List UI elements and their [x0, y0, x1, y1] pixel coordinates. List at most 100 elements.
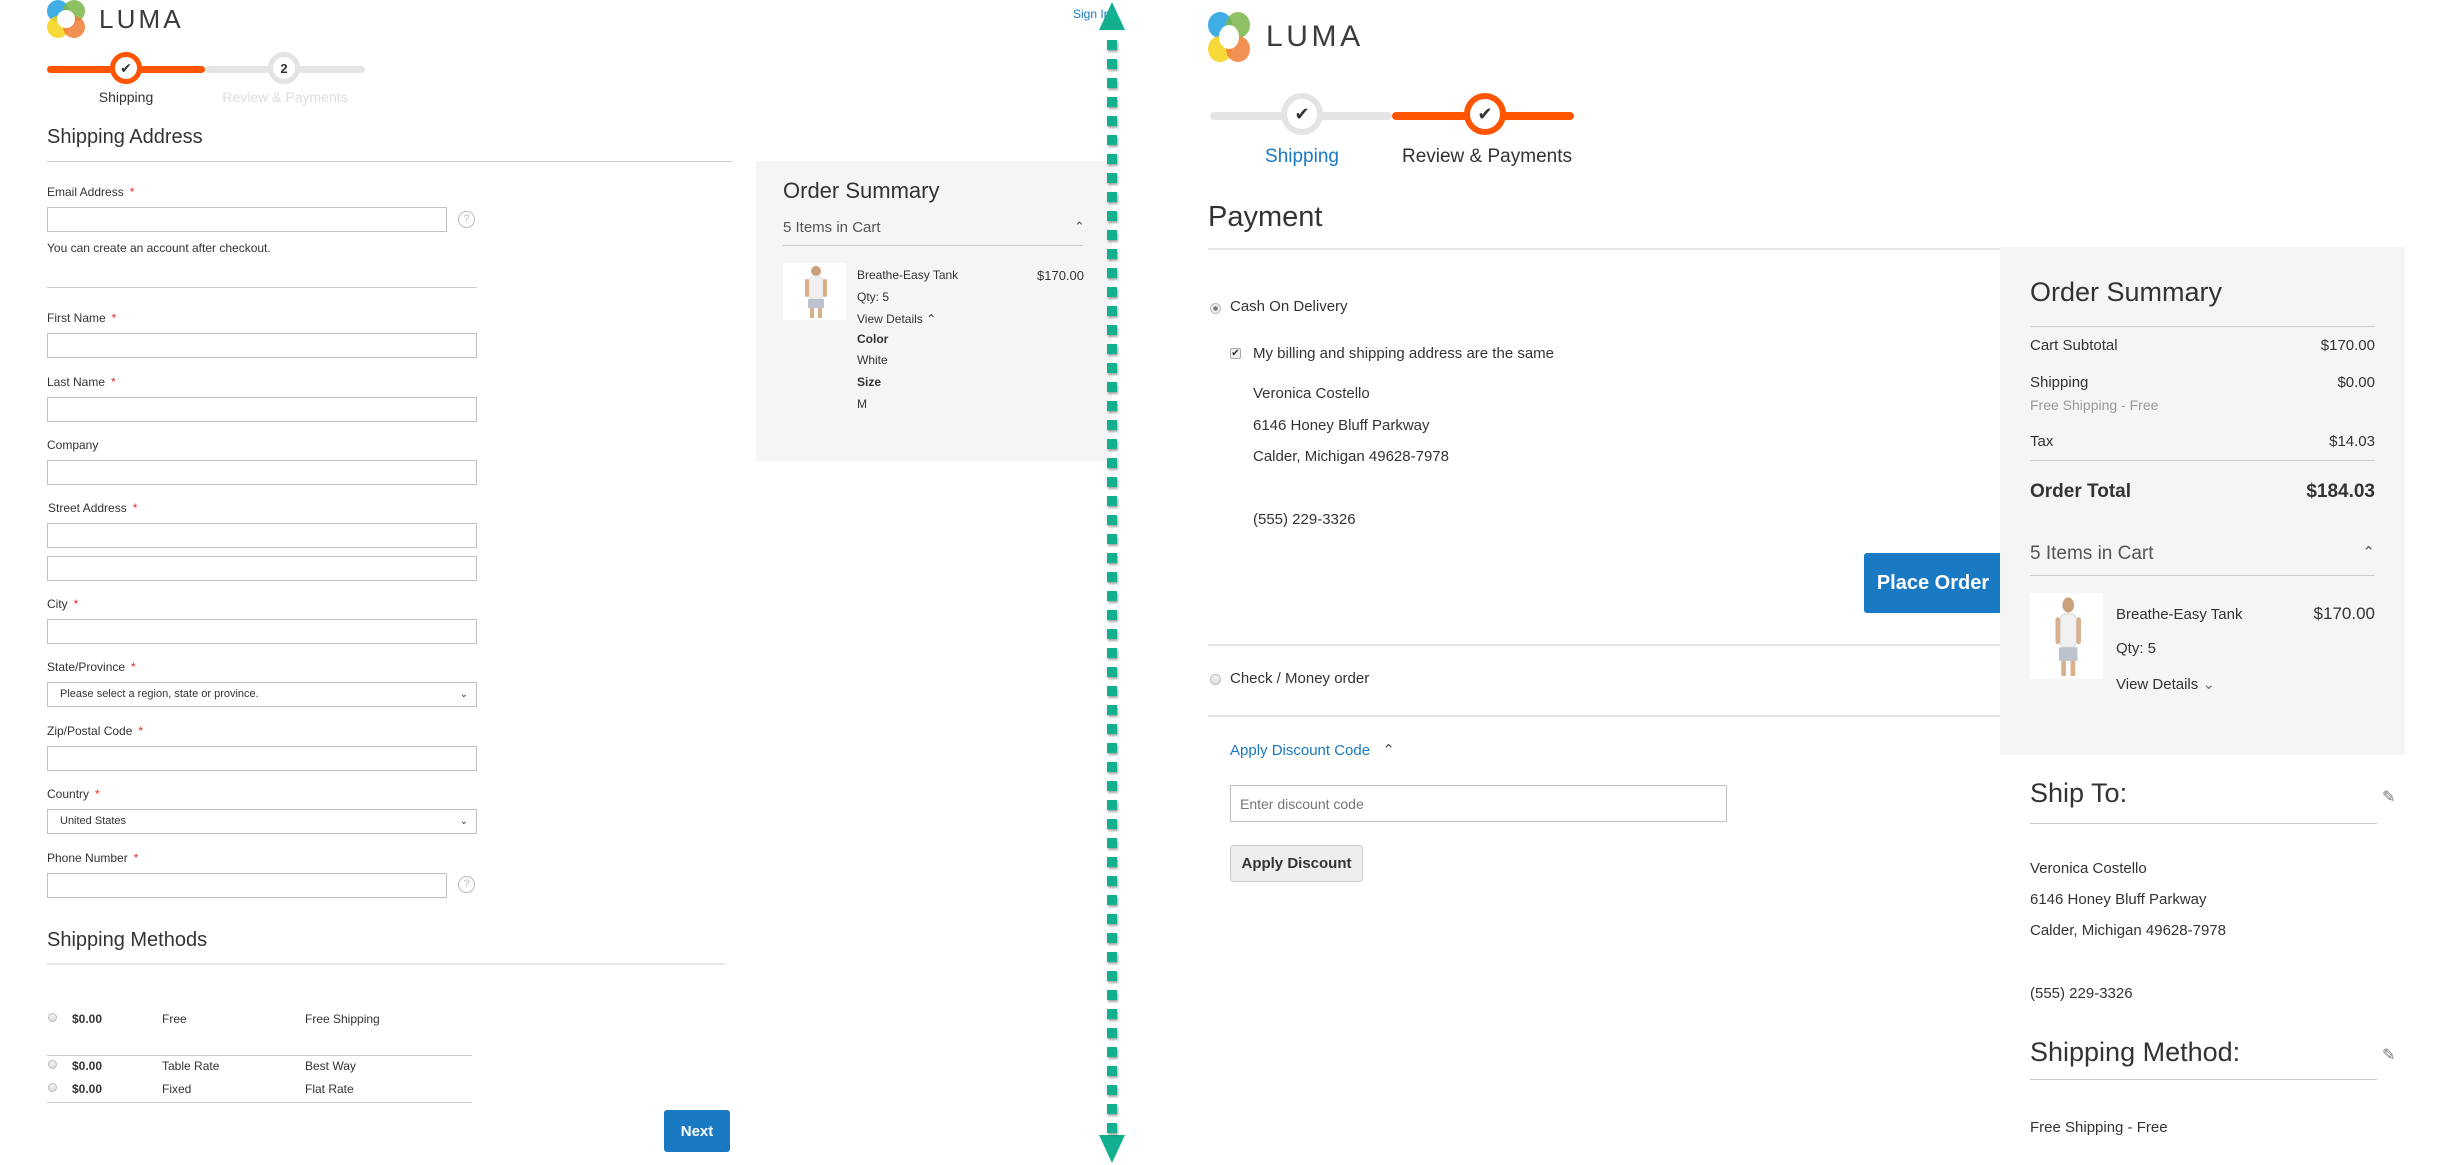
email-input[interactable]: [47, 207, 447, 232]
edit-shipping-method-pencil-icon[interactable]: ✎: [2382, 1045, 2395, 1065]
city-input[interactable]: [47, 619, 477, 644]
luma-logo-icon: [47, 0, 85, 38]
arrow-shaft-dash: [1107, 420, 1117, 430]
arrow-shaft-dash: [1107, 762, 1117, 772]
phone-input[interactable]: [47, 873, 447, 898]
arrow-shaft-dash: [1107, 458, 1117, 468]
product-price: $170.00: [1037, 268, 1084, 283]
option-value: M: [857, 397, 867, 411]
chevron-up-icon[interactable]: ⌃: [1074, 219, 1085, 235]
check-money-order-radio[interactable]: [1210, 674, 1221, 685]
billing-same-checkbox[interactable]: ✔: [1230, 348, 1241, 359]
shipping-method-price: $0.00: [72, 1059, 103, 1073]
arrow-shaft-dash: [1107, 306, 1117, 316]
shipping-method-carrier: Flat Rate: [305, 1082, 354, 1096]
option-label: Size: [857, 375, 882, 389]
zip-input[interactable]: [47, 746, 477, 771]
discount-divider: [1208, 715, 2001, 717]
first-name-input[interactable]: [47, 333, 477, 358]
billing-phone: (555) 229-3326: [1253, 511, 1356, 528]
arrow-shaft-dash: [1107, 496, 1117, 506]
view-details-toggle[interactable]: View Details ⌃: [857, 312, 936, 326]
step-label-shipping[interactable]: Shipping: [1232, 146, 1372, 168]
arrow-shaft-dash: [1107, 78, 1117, 88]
shipping-method-value: Free Shipping - Free: [2030, 1119, 2168, 1136]
step-shipping-check-icon[interactable]: ✔: [1281, 93, 1323, 135]
arrow-shaft-dash: [1107, 1123, 1117, 1133]
arrow-shaft-dash: [1107, 781, 1117, 791]
shipping-method-radio[interactable]: [48, 1083, 57, 1092]
apply-discount-toggle[interactable]: Apply Discount Code ⌃: [1230, 741, 1395, 759]
arrow-shaft-dash: [1107, 40, 1117, 50]
arrow-shaft-dash: [1107, 477, 1117, 487]
items-in-cart-toggle[interactable]: 5 Items in Cart: [2030, 543, 2154, 565]
country-select-value: United States: [60, 815, 127, 827]
billing-same-label[interactable]: My billing and shipping address are the …: [1253, 345, 1554, 362]
arrow-shaft-dash: [1107, 686, 1117, 696]
row-divider: [47, 1055, 472, 1056]
shipping-method-price: $0.00: [72, 1082, 103, 1096]
luma-logo[interactable]: LUMA: [47, 0, 184, 38]
chevron-up-icon[interactable]: ⌃: [2362, 543, 2375, 561]
option-label: Color: [857, 332, 889, 346]
arrow-shaft-dash: [1107, 743, 1117, 753]
ship-to-phone: (555) 229-3326: [2030, 985, 2133, 1002]
shipping-method-carrier: Free Shipping: [305, 1012, 380, 1026]
payment-method-divider: [1208, 644, 2001, 646]
cart-divider: [2030, 575, 2375, 576]
arrow-shaft-dash: [1107, 648, 1117, 658]
shipping-method-divider: [2030, 1079, 2377, 1080]
shipping-method-price: $0.00: [72, 1012, 103, 1026]
order-total-value: $184.03: [2306, 481, 2375, 502]
shipping-method-radio[interactable]: [48, 1060, 57, 1069]
items-in-cart-toggle[interactable]: 5 Items in Cart: [783, 219, 881, 236]
arrow-shaft-dash: [1107, 192, 1117, 202]
view-details-toggle[interactable]: View Details ⌄: [2116, 675, 2215, 693]
product-name: Breathe-Easy Tank: [2116, 606, 2243, 623]
arrow-shaft-dash: [1107, 667, 1117, 677]
email-help-icon[interactable]: ?: [458, 211, 475, 228]
email-note: You can create an account after checkout…: [47, 241, 271, 255]
ship-to-heading: Ship To:: [2030, 778, 2128, 808]
arrow-shaft-dash: [1107, 553, 1117, 563]
product-price: $170.00: [2313, 604, 2375, 623]
next-button[interactable]: Next: [664, 1110, 730, 1152]
luma-logo-icon: [1208, 12, 1250, 62]
company-label: Company: [47, 438, 99, 452]
street-address-line1-input[interactable]: [47, 523, 477, 548]
step-label-review: Review & Payments: [222, 89, 348, 105]
company-input[interactable]: [47, 460, 477, 485]
apply-discount-button[interactable]: Apply Discount: [1230, 845, 1363, 882]
check-money-order-label[interactable]: Check / Money order: [1230, 670, 1369, 687]
billing-name: Veronica Costello: [1253, 385, 1370, 402]
arrow-shaft-dash: [1107, 610, 1117, 620]
ship-to-street: 6146 Honey Bluff Parkway: [2030, 891, 2207, 908]
luma-logo[interactable]: LUMA: [1208, 12, 1364, 62]
state-label: State/Province *: [47, 660, 136, 674]
edit-ship-to-pencil-icon[interactable]: ✎: [2382, 787, 2395, 807]
discount-code-input[interactable]: [1230, 785, 1727, 822]
street-address-line2-input[interactable]: [47, 556, 477, 581]
state-select[interactable]: Please select a region, state or provinc…: [47, 682, 477, 707]
place-order-button[interactable]: Place Order: [1864, 553, 2002, 613]
arrow-shaft-dash: [1107, 230, 1117, 240]
cash-on-delivery-label[interactable]: Cash On Delivery: [1230, 298, 1348, 315]
step-label-review: Review & Payments: [1401, 146, 1572, 167]
shipping-method-radio[interactable]: [48, 1013, 57, 1022]
step-review-number: 2: [268, 52, 300, 84]
state-select-value: Please select a region, state or provinc…: [60, 688, 259, 700]
last-name-input[interactable]: [47, 397, 477, 422]
product-tank-image: [805, 266, 827, 318]
country-select[interactable]: United States ⌄: [47, 809, 477, 834]
tax-label: Tax: [2030, 433, 2054, 450]
shipping-method-name: Free: [162, 1012, 187, 1026]
product-qty: Qty: 5: [2116, 640, 2157, 657]
phone-help-icon[interactable]: ?: [458, 876, 475, 893]
arrow-shaft-dash: [1107, 800, 1117, 810]
shipping-method-carrier: Best Way: [305, 1059, 356, 1073]
cart-divider: [783, 245, 1083, 246]
product-name: Breathe-Easy Tank: [857, 268, 959, 282]
email-divider: [47, 287, 477, 288]
cash-on-delivery-radio[interactable]: [1210, 303, 1221, 314]
chevron-down-icon: ⌄: [2202, 676, 2216, 693]
